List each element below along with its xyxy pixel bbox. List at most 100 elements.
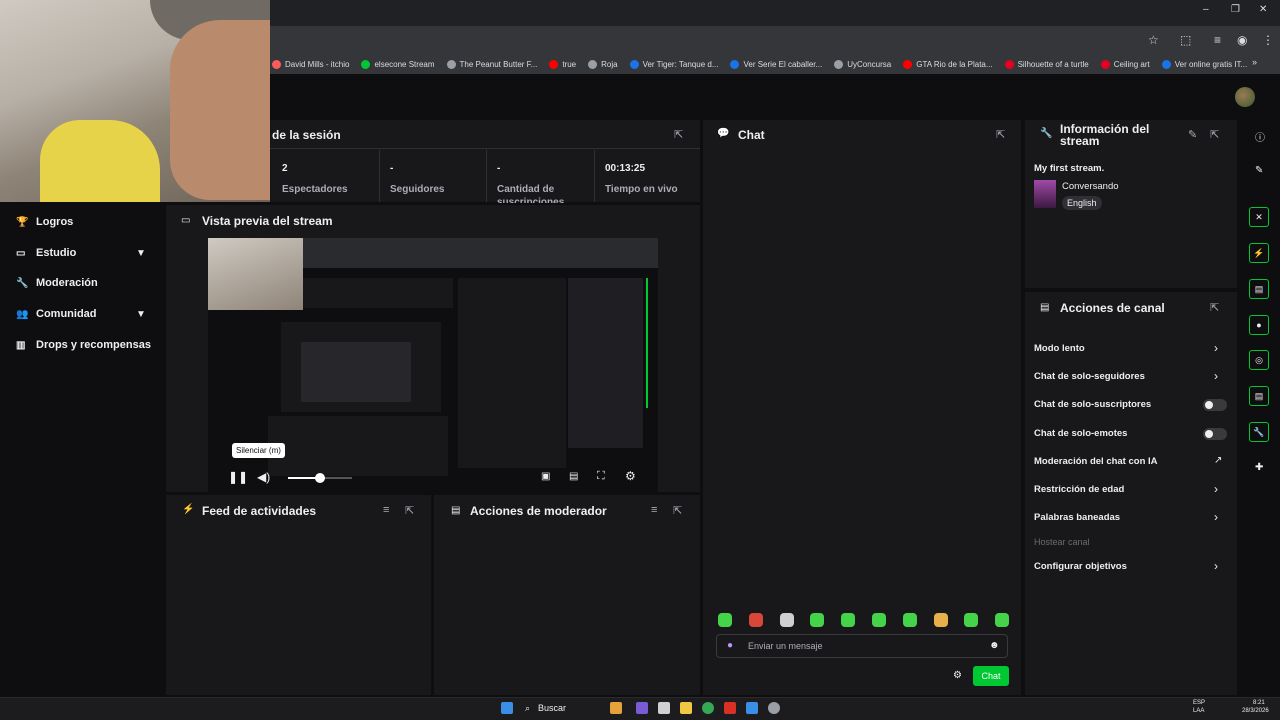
emote-icon[interactable] <box>933 613 948 627</box>
bookmark-item[interactable]: Roja <box>588 59 618 69</box>
pip-icon[interactable]: ▤ <box>569 471 578 482</box>
avatar[interactable] <box>1235 87 1255 107</box>
chat-bubble-icon[interactable]: ● <box>1249 315 1269 335</box>
taskbar-search-icon[interactable]: ⌕ <box>525 703 530 714</box>
emote-icon[interactable] <box>841 613 856 627</box>
taskbar-search-label[interactable]: Buscar <box>538 703 566 713</box>
nav-item-logros[interactable]: 🏆 Logros <box>16 216 73 228</box>
bookmark-item[interactable]: Ver Serie El caballer... <box>730 59 822 69</box>
popout-icon[interactable]: ⇱ <box>674 128 683 141</box>
broadcast-icon[interactable]: ◎ <box>1249 350 1269 370</box>
chat-settings-icon[interactable]: ⚙ <box>953 670 962 681</box>
windows-start-icon[interactable] <box>501 702 513 714</box>
lightning-icon[interactable]: ⚡ <box>1249 243 1269 263</box>
volume-icon[interactable]: ◀) <box>257 470 270 484</box>
channel-action-label[interactable]: Modo lento <box>1034 343 1085 354</box>
channel-action-label[interactable]: Configurar objetivos <box>1034 561 1127 572</box>
chevron-right-icon[interactable]: › <box>1214 482 1218 496</box>
chrome-icon[interactable] <box>702 702 714 714</box>
emote-icon[interactable] <box>810 613 825 627</box>
taskbar-app-icon[interactable] <box>658 702 670 714</box>
bookmark-item[interactable]: UyConcursa <box>834 59 891 69</box>
toggle-switch[interactable] <box>1203 399 1227 411</box>
bookmark-item[interactable]: Ceiling art <box>1100 59 1150 69</box>
theatre-icon[interactable]: ▣ <box>541 471 550 482</box>
chat-send-button[interactable]: Chat <box>973 666 1009 686</box>
chevron-down-icon[interactable]: ▼ <box>136 248 146 259</box>
edit-icon[interactable]: ✎ <box>1255 165 1263 176</box>
info-icon[interactable]: ⓘ <box>1255 129 1265 144</box>
external-link-icon[interactable]: ↗ <box>1214 455 1222 466</box>
tray-lang[interactable]: ESP <box>1193 700 1205 706</box>
toggle-switch[interactable] <box>1203 428 1227 440</box>
close-button[interactable]: ✕ <box>1259 4 1267 15</box>
more-bookmarks-icon[interactable]: » <box>1252 57 1257 67</box>
chevron-right-icon[interactable]: › <box>1214 341 1218 355</box>
taskbar-app-icon[interactable] <box>768 702 780 714</box>
volume-slider[interactable] <box>288 473 352 483</box>
nav-item-moderación[interactable]: 🔧 Moderación <box>16 277 98 289</box>
emote-icon[interactable] <box>964 613 979 627</box>
restore-button[interactable]: ❐ <box>1231 4 1240 15</box>
taskbar-app-icon[interactable] <box>724 702 736 714</box>
category-name[interactable]: Conversando <box>1062 181 1119 192</box>
emote-icon[interactable] <box>718 613 732 627</box>
bookmark-item[interactable]: David Mills - itchio <box>272 59 349 69</box>
nav-item-drops[interactable]: ▥ Drops y recompensas <box>16 339 151 351</box>
popout-icon[interactable]: ⇱ <box>1210 128 1219 141</box>
filter-icon[interactable]: ≡ <box>383 504 389 516</box>
popout-icon[interactable]: ⇱ <box>996 128 1005 141</box>
chevron-right-icon[interactable]: › <box>1214 559 1218 573</box>
popout-icon[interactable]: ⇱ <box>405 504 414 517</box>
channel-action-label[interactable]: Palabras baneadas <box>1034 512 1120 523</box>
bookmark-item[interactable]: GTA Rio de la Plata... <box>903 59 993 69</box>
mic-icon[interactable]: ● <box>727 640 733 651</box>
settings-gear-icon[interactable]: ⚙ <box>625 469 636 483</box>
emote-icon[interactable] <box>872 613 886 627</box>
star-icon[interactable]: ☆ <box>1148 33 1159 47</box>
wrench-icon[interactable]: 🔧 <box>1249 422 1269 442</box>
menu-icon[interactable]: ⋮ <box>1262 33 1274 47</box>
tray-date[interactable]: 28/3/2026 <box>1242 708 1269 714</box>
media-icon[interactable]: ≡ <box>1214 33 1221 47</box>
clip-icon[interactable]: ✕ <box>1249 207 1269 227</box>
filter-icon[interactable]: ≡ <box>651 504 657 516</box>
chevron-right-icon[interactable]: › <box>1214 369 1218 383</box>
channel-action-label[interactable]: Chat de solo-emotes <box>1034 428 1127 439</box>
folder-icon[interactable] <box>680 702 692 714</box>
emote-icon[interactable] <box>748 613 763 627</box>
pause-icon[interactable]: ❚❚ <box>228 470 248 484</box>
popout-icon[interactable]: ⇱ <box>673 504 682 517</box>
minimize-button[interactable]: – <box>1203 4 1209 15</box>
volume-knob[interactable] <box>315 473 325 483</box>
bookmark-item[interactable]: Silhouette of a turtle <box>1004 59 1089 69</box>
channel-action-label[interactable]: Chat de solo-seguidores <box>1034 371 1145 382</box>
nav-item-estudio[interactable]: ▭ Estudio <box>16 247 76 259</box>
emote-icon[interactable] <box>995 613 1010 627</box>
clipboard-icon[interactable]: ▤ <box>1249 279 1269 299</box>
emote-icon[interactable] <box>779 613 794 627</box>
bookmark-item[interactable]: The Peanut Butter F... <box>446 59 537 69</box>
channel-action-label[interactable]: Chat de solo-suscriptores <box>1034 399 1151 410</box>
popout-icon[interactable]: ⇱ <box>1210 301 1219 314</box>
bookmark-item[interactable]: Ver online gratis IT... <box>1161 59 1247 69</box>
extensions-icon[interactable]: ⬚ <box>1180 33 1191 47</box>
edit-icon[interactable]: ✎ <box>1188 128 1197 141</box>
tray-region[interactable]: LAA <box>1193 708 1204 714</box>
add-widget-icon[interactable]: ✚ <box>1255 462 1263 473</box>
fullscreen-icon[interactable]: ⛶ <box>597 470 605 483</box>
chevron-down-icon[interactable]: ▼ <box>136 309 146 320</box>
bookmark-item[interactable]: true <box>549 59 576 69</box>
channel-actions-icon[interactable]: ▤ <box>1249 386 1269 406</box>
profile-icon[interactable]: ◉ <box>1237 33 1247 47</box>
chevron-right-icon[interactable]: › <box>1214 510 1218 524</box>
taskbar-app-icon[interactable] <box>746 702 758 714</box>
emoji-icon[interactable]: ☻ <box>989 640 1000 651</box>
bookmark-item[interactable]: Ver Tiger: Tanque d... <box>629 59 718 69</box>
taskbar-app-icon[interactable] <box>636 702 648 714</box>
emote-icon[interactable] <box>902 613 917 627</box>
channel-action-label[interactable]: Restricción de edad <box>1034 484 1124 495</box>
taskbar-widget-icon[interactable] <box>610 702 622 714</box>
tray-time[interactable]: 8:21 <box>1253 700 1265 706</box>
channel-action-label[interactable]: Moderación del chat con IA <box>1034 456 1158 467</box>
